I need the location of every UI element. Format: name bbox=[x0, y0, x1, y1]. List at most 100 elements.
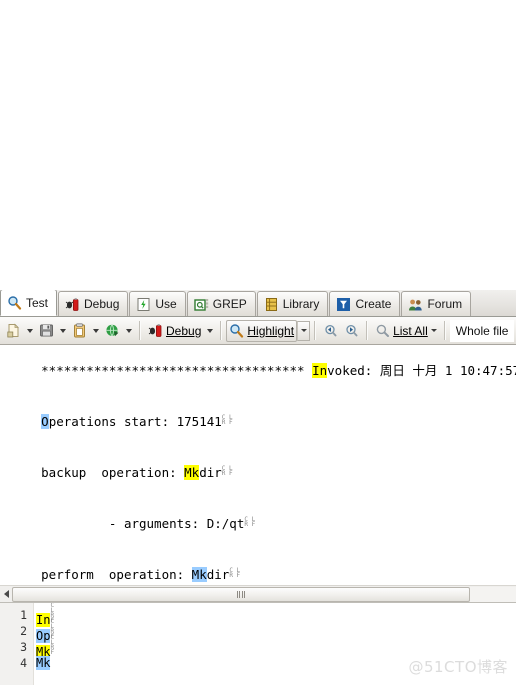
output-text: perations start: 175141 bbox=[48, 414, 222, 429]
output-text: voked: 周日 十月 1 10:47:57 2017 bbox=[327, 363, 516, 378]
book-shelf-icon bbox=[264, 297, 279, 312]
toolbar-separator bbox=[220, 321, 223, 340]
scroll-left-arrow-icon[interactable] bbox=[0, 586, 12, 602]
list-item[interactable]: 1 In C LR F bbox=[0, 603, 516, 627]
toolbar-separator bbox=[314, 321, 317, 340]
chevron-down-icon bbox=[300, 329, 307, 332]
line-number: 1 bbox=[20, 608, 27, 622]
match-highlight: In bbox=[312, 363, 328, 378]
match-highlight: Mk bbox=[36, 656, 51, 670]
output-line: backup operation: Mkdir C LR F bbox=[0, 447, 516, 498]
highlight-dropdown[interactable] bbox=[297, 320, 311, 341]
tab-forum[interactable]: Forum bbox=[401, 291, 472, 316]
open-file-button[interactable] bbox=[3, 320, 24, 342]
match-highlight: Mk bbox=[184, 465, 200, 480]
horizontal-scrollbar[interactable] bbox=[0, 585, 516, 602]
tab-test[interactable]: Test bbox=[0, 290, 58, 316]
people-icon bbox=[408, 297, 423, 312]
paste-dropdown[interactable] bbox=[90, 320, 102, 342]
tab-label: Debug bbox=[84, 297, 120, 311]
clipboard-icon bbox=[72, 323, 87, 338]
find-next-icon bbox=[344, 323, 359, 338]
scrollbar-grip-icon bbox=[236, 590, 246, 598]
tab-label: Create bbox=[355, 297, 392, 311]
toolbar-separator bbox=[366, 321, 369, 340]
tab-label: Use bbox=[155, 297, 177, 311]
tab-library[interactable]: Library bbox=[256, 291, 329, 316]
editor-blank-area[interactable] bbox=[0, 17, 516, 290]
scrollbar-thumb[interactable] bbox=[12, 586, 470, 602]
tab-debug[interactable]: Debug bbox=[58, 291, 129, 316]
scope-value: Whole file bbox=[455, 323, 509, 338]
main-toolbar: Debug Highlight List All Whole file bbox=[0, 317, 516, 345]
tab-create[interactable]: Create bbox=[329, 291, 401, 316]
toolbar-separator bbox=[139, 321, 141, 340]
bug-battery-icon bbox=[148, 323, 163, 338]
debug-dropdown[interactable] bbox=[204, 320, 216, 342]
output-text: *********************************** bbox=[41, 363, 313, 378]
output-text: - arguments: D:/qt bbox=[41, 516, 245, 531]
chevron-down-icon bbox=[207, 328, 214, 333]
output-line: perform operation: Mkdir C LR F bbox=[0, 549, 516, 585]
output-text: dir bbox=[199, 465, 222, 480]
find-prev-button[interactable] bbox=[320, 320, 341, 342]
lightning-page-icon bbox=[136, 297, 151, 312]
chevron-down-icon bbox=[126, 328, 132, 333]
find-next-button[interactable] bbox=[341, 320, 362, 342]
chevron-down-icon bbox=[430, 329, 437, 332]
scope-selector[interactable]: Whole file bbox=[449, 319, 515, 342]
list-all-label: List All bbox=[393, 323, 428, 338]
floppy-icon bbox=[39, 323, 54, 338]
output-line: - arguments: D:/qt C LR F bbox=[0, 498, 516, 549]
application-window: ([A-Z])([a-z]) Test Debug Use bbox=[0, 0, 516, 685]
tab-grep[interactable]: GREP bbox=[186, 291, 256, 316]
tab-label: GREP bbox=[212, 297, 247, 311]
globe-icon bbox=[105, 323, 120, 338]
output-line: *********************************** Invo… bbox=[0, 345, 516, 396]
tab-label: Forum bbox=[427, 297, 463, 311]
eol-marker: C LR F bbox=[221, 414, 233, 426]
find-prev-icon bbox=[323, 323, 338, 338]
magnifier-icon bbox=[375, 323, 390, 338]
tab-use[interactable]: Use bbox=[129, 291, 186, 316]
watermark: @51CTO博客 bbox=[408, 658, 508, 676]
save-dropdown[interactable] bbox=[57, 320, 69, 342]
match-highlight: Mk bbox=[191, 567, 207, 582]
chevron-down-icon bbox=[27, 328, 33, 333]
tab-label: Test bbox=[26, 295, 49, 310]
scrollbar-track[interactable] bbox=[12, 586, 516, 602]
output-text: perform operation: bbox=[41, 567, 192, 582]
tab-bar: Test Debug Use GREP Library Create Forum bbox=[0, 290, 516, 317]
output-text: backup operation: bbox=[41, 465, 185, 480]
tab-label: Library bbox=[282, 297, 320, 311]
magnifier-icon bbox=[7, 295, 22, 310]
debug-button[interactable]: Debug bbox=[145, 320, 204, 342]
output-line: Operations start: 175141 C LR F bbox=[0, 396, 516, 447]
output-text-pane[interactable]: *********************************** Invo… bbox=[0, 345, 516, 585]
chevron-down-icon bbox=[93, 328, 99, 333]
eol-marker: C LR F bbox=[229, 567, 241, 579]
highlight-label: Highlight bbox=[247, 323, 295, 338]
save-button[interactable] bbox=[36, 320, 57, 342]
regex-expression-bar[interactable]: ([A-Z])([a-z]) bbox=[0, 0, 516, 17]
bug-battery-icon bbox=[65, 297, 80, 312]
debug-label: Debug bbox=[166, 323, 202, 338]
list-item[interactable]: 3 Mk C LR F bbox=[0, 634, 516, 659]
highlight-button[interactable]: Highlight bbox=[226, 319, 298, 342]
match-highlight: O bbox=[41, 414, 49, 429]
open-file-dropdown[interactable] bbox=[24, 320, 36, 342]
toolbar-separator bbox=[443, 321, 446, 340]
paste-button[interactable] bbox=[69, 320, 90, 342]
list-all-button[interactable]: List All bbox=[372, 320, 440, 342]
grep-window-icon bbox=[194, 297, 209, 312]
web-dropdown[interactable] bbox=[123, 320, 135, 342]
eol-marker: C LR F bbox=[244, 516, 256, 528]
web-button[interactable] bbox=[102, 320, 123, 342]
document-icon bbox=[6, 323, 21, 338]
line-number: 4 bbox=[20, 656, 27, 670]
eol-marker: C LR F bbox=[221, 465, 233, 477]
funnel-blue-icon bbox=[336, 297, 351, 312]
list-item[interactable]: 2 Op C LR F bbox=[0, 618, 516, 643]
chevron-down-icon bbox=[60, 328, 66, 333]
eol-marker: C LR F bbox=[50, 633, 55, 656]
